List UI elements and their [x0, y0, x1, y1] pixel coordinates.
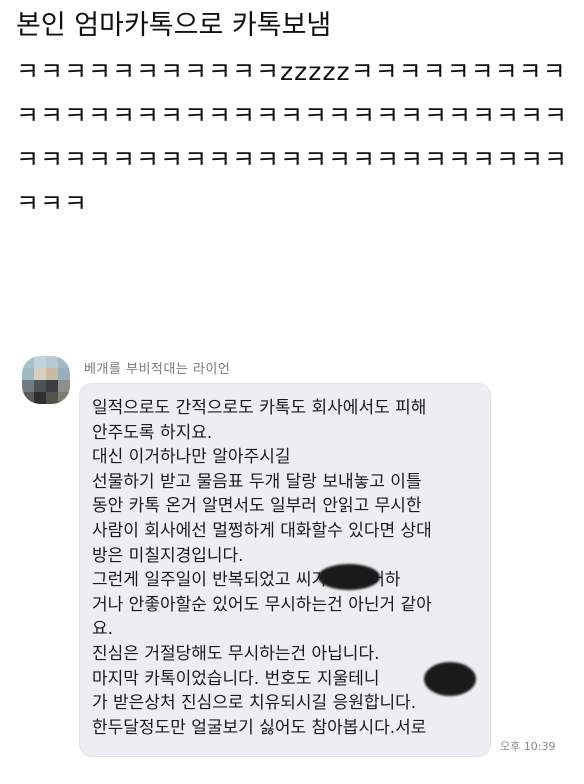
message-line: 한두달정도만 얼굴보기 싫어도 참아봅시다.서로	[92, 717, 427, 738]
sender-name: 베개를 부비적대는 라이언	[84, 362, 231, 377]
message-line: 안주도록 하지요.	[92, 422, 213, 443]
avatar	[22, 356, 70, 404]
message-line: 진심은 거절당해도 무시하는건 아닙니다.	[92, 643, 380, 664]
message-line: 거나 안좋아할순 있어도 무시하는건 아닌거 같아	[92, 594, 432, 615]
redaction-mark	[424, 662, 476, 696]
message-line: 방은 미칠지경입니다.	[92, 545, 244, 566]
message-timestamp: 오후 10:39	[500, 740, 556, 753]
chat-screenshot: 베개를 부비적대는 라이언 일적으로도 간적으로도 카톡도 회사에서도 피해 안…	[0, 342, 584, 784]
message-bubble: 일적으로도 간적으로도 카톡도 회사에서도 피해 안주도록 하지요. 대신 이거…	[80, 384, 490, 756]
message-line: 동안 카톡 온거 알면서도 일부러 안읽고 무시한	[92, 496, 422, 517]
message-line: 요.	[92, 619, 114, 640]
message-line: 가 받은상처 진심으로 치유되시길 응원합니다.	[92, 693, 417, 714]
redaction-mark	[318, 564, 380, 590]
post-body: ㅋㅋㅋㅋㅋㅋㅋㅋㅋㅋㅋzzzzzㅋㅋㅋㅋㅋㅋㅋㅋㅋㅋㅋㅋㅋㅋㅋㅋㅋㅋㅋㅋㅋㅋㅋㅋ…	[16, 57, 569, 218]
message-line: 선물하기 받고 물음표 두개 달랑 보내놓고 이틀	[92, 471, 422, 492]
message-line: 그런게 일주일이 반복되었고 씨가 날 싫어하	[92, 570, 401, 591]
post-title: 본인 엄마카톡으로 카톡보냄	[16, 10, 332, 41]
message-line: 사람이 회사에선 멀쩡하게 대화할수 있다면 상대	[92, 520, 432, 541]
message-line: 일적으로도 간적으로도 카톡도 회사에서도 피해	[92, 398, 427, 418]
message-text: 일적으로도 간적으로도 카톡도 회사에서도 피해 안주도록 하지요. 대신 이거…	[92, 396, 484, 740]
message-line: 대신 이거하나만 알아주시길	[92, 447, 291, 468]
post: 본인 엄마카톡으로 카톡보냄 ㅋㅋㅋㅋㅋㅋㅋㅋㅋㅋㅋzzzzzㅋㅋㅋㅋㅋㅋㅋㅋㅋ…	[16, 6, 576, 226]
